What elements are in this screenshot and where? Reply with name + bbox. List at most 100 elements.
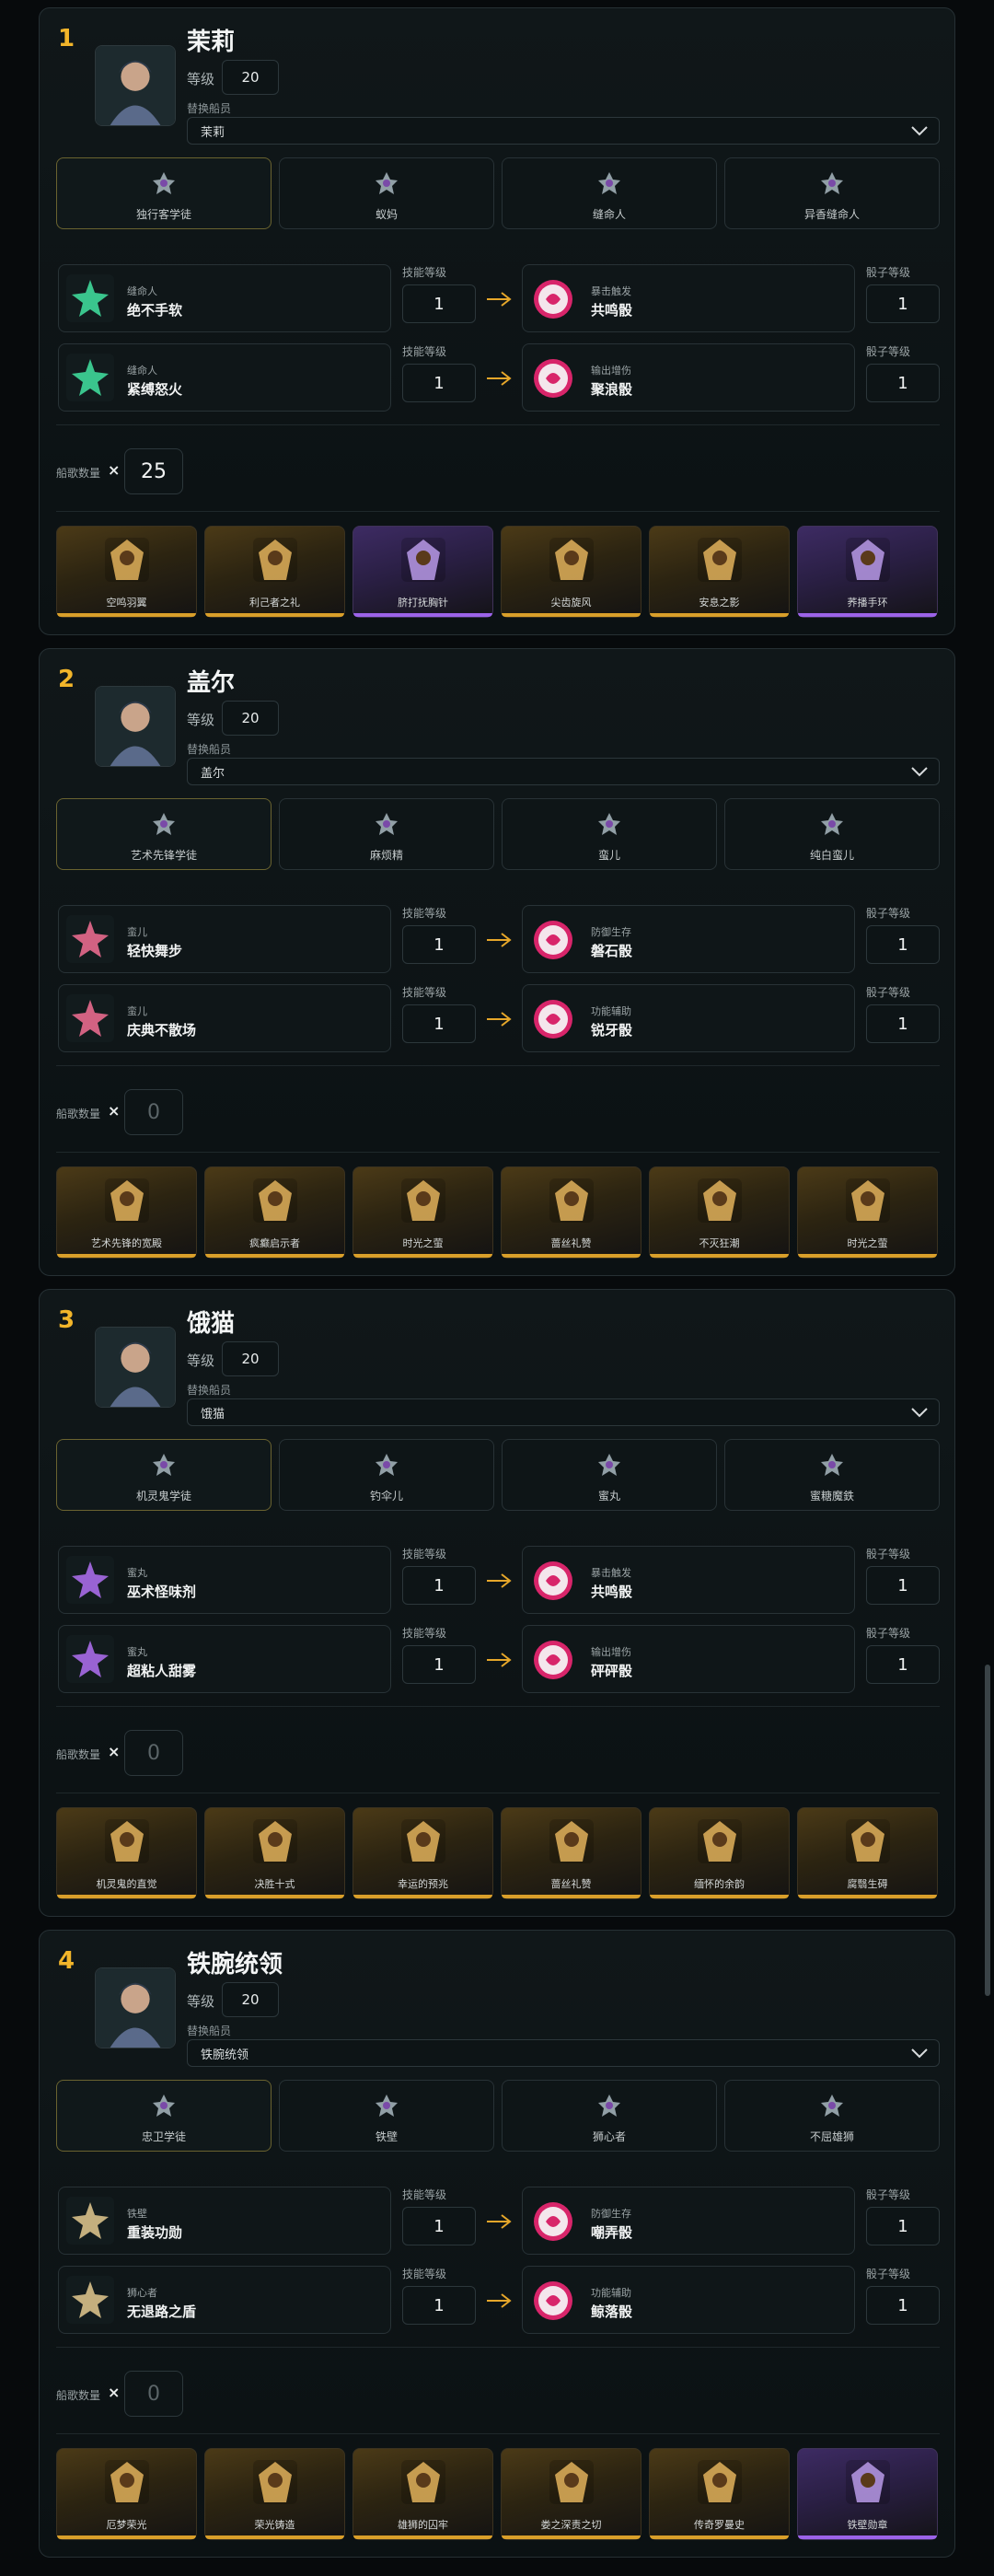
equipment-item[interactable]: 缅怀的余韵: [649, 1807, 790, 1899]
dice-level-input[interactable]: 1: [866, 284, 940, 323]
dice-card[interactable]: 暴击触发 共鸣骰: [522, 264, 855, 332]
dice-card[interactable]: 防御生存 磐石骰: [522, 905, 855, 973]
swap-crew-select[interactable]: 饿猫: [187, 1398, 940, 1426]
class-emblem-icon: [818, 169, 846, 197]
skill-level-input[interactable]: 1: [402, 1566, 476, 1605]
level-input[interactable]: 20: [222, 1982, 279, 2017]
dice-card[interactable]: 暴击触发 共鸣骰: [522, 1546, 855, 1614]
equipment-item[interactable]: 艺术先锋的宽殿: [56, 1166, 197, 1259]
level-input[interactable]: 20: [222, 1341, 279, 1376]
skill-card[interactable]: 蜜丸 超粘人甜雾: [58, 1625, 391, 1693]
class-tab-3[interactable]: 蛮儿: [502, 798, 717, 870]
tune-count-input[interactable]: 0: [124, 2371, 183, 2417]
dice-card[interactable]: 功能辅助 鲸落骰: [522, 2266, 855, 2334]
class-tab-4[interactable]: 异香缝命人: [724, 157, 940, 229]
tune-count-label: 船歌数量: [56, 1748, 101, 1761]
swap-crew-select[interactable]: 茉莉: [187, 117, 940, 145]
class-tab-4[interactable]: 蜜糖魔鉄: [724, 1439, 940, 1511]
equipment-item[interactable]: 空鸣羽翼: [56, 526, 197, 618]
class-tab-4[interactable]: 纯白蛮儿: [724, 798, 940, 870]
equipment-item[interactable]: 蔷丝礼赞: [501, 1807, 641, 1899]
equipment-item[interactable]: 幸运的预兆: [353, 1807, 493, 1899]
class-tab-label: 艺术先锋学徒: [130, 849, 197, 862]
skill-level-input[interactable]: 1: [402, 1645, 476, 1684]
class-tab-2[interactable]: 钓伞儿: [279, 1439, 494, 1511]
rarity-bar: [205, 613, 344, 617]
dice-level-input[interactable]: 1: [866, 2286, 940, 2325]
class-tab-2[interactable]: 蚁妈: [279, 157, 494, 229]
scrollbar-track[interactable]: [981, 0, 994, 2576]
equipment-item[interactable]: 不灭狂潮: [649, 1166, 790, 1259]
class-tab-3[interactable]: 缝命人: [502, 157, 717, 229]
dice-level-input[interactable]: 1: [866, 925, 940, 964]
tune-count-input[interactable]: 0: [124, 1089, 183, 1135]
class-tab-1[interactable]: 忠卫学徒: [56, 2080, 272, 2152]
equipment-item[interactable]: 时光之萤: [797, 1166, 938, 1259]
skill-level-input[interactable]: 1: [402, 925, 476, 964]
rarity-bar: [353, 2535, 492, 2539]
skill-type: 蜜丸: [127, 1567, 147, 1579]
level-input[interactable]: 20: [222, 701, 279, 736]
equipment-item[interactable]: 娄之深责之切: [501, 2448, 641, 2540]
class-tab-1[interactable]: 艺术先锋学徒: [56, 798, 272, 870]
skill-card[interactable]: 铁壁 重装功勋: [58, 2187, 391, 2255]
equipment-item[interactable]: 腐翳生碍: [797, 1807, 938, 1899]
skill-level-input[interactable]: 1: [402, 2286, 476, 2325]
equipment-item[interactable]: 利己者之礼: [204, 526, 345, 618]
class-tab-4[interactable]: 不屈雄狮: [724, 2080, 940, 2152]
skill-type: 蛮儿: [127, 1005, 147, 1017]
tune-count-input[interactable]: 0: [124, 1730, 183, 1776]
dice-card[interactable]: 输出增伤 砰砰骰: [522, 1625, 855, 1693]
swap-crew-select[interactable]: 铁腕统领: [187, 2039, 940, 2067]
crew-portrait[interactable]: [95, 1967, 176, 2048]
dice-card[interactable]: 输出增伤 聚浪骰: [522, 343, 855, 412]
crew-portrait[interactable]: [95, 1327, 176, 1408]
skill-level-input[interactable]: 1: [402, 2207, 476, 2245]
dice-level-input[interactable]: 1: [866, 2207, 940, 2245]
equipment-item[interactable]: 荣光铸造: [204, 2448, 345, 2540]
rarity-bar: [502, 1254, 641, 1258]
rarity-bar: [650, 1254, 789, 1258]
equipment-item[interactable]: 传奇罗曼史: [649, 2448, 790, 2540]
skill-card[interactable]: 蜜丸 巫术怪味剂: [58, 1546, 391, 1614]
dice-card[interactable]: 功能辅助 锐牙骰: [522, 984, 855, 1052]
skill-card[interactable]: 缝命人 紧缚怒火: [58, 343, 391, 412]
skill-level-input[interactable]: 1: [402, 1004, 476, 1043]
level-input[interactable]: 20: [222, 60, 279, 95]
equipment-item[interactable]: 荞播手环: [797, 526, 938, 618]
equipment-item[interactable]: 脐打抚胸针: [353, 526, 493, 618]
equipment-item[interactable]: 机灵鬼的直觉: [56, 1807, 197, 1899]
skill-level-input[interactable]: 1: [402, 364, 476, 402]
equipment-item[interactable]: 蔷丝礼赞: [501, 1166, 641, 1259]
class-tab-1[interactable]: 机灵鬼学徒: [56, 1439, 272, 1511]
skill-card[interactable]: 狮心者 无退路之盾: [58, 2266, 391, 2334]
equipment-item[interactable]: 疯癫启示者: [204, 1166, 345, 1259]
scrollbar-thumb[interactable]: [985, 1665, 990, 1996]
swap-crew-select[interactable]: 盖尔: [187, 758, 940, 785]
tune-count-input[interactable]: 25: [124, 448, 183, 494]
equipment-item[interactable]: 尖齿旋风: [501, 526, 641, 618]
skill-level-input[interactable]: 1: [402, 284, 476, 323]
class-tab-3[interactable]: 狮心者: [502, 2080, 717, 2152]
dice-card[interactable]: 防御生存 嘲弄骰: [522, 2187, 855, 2255]
dice-level-input[interactable]: 1: [866, 1566, 940, 1605]
equipment-item[interactable]: 时光之萤: [353, 1166, 493, 1259]
equipment-item[interactable]: 决胜十式: [204, 1807, 345, 1899]
equipment-item[interactable]: 安息之影: [649, 526, 790, 618]
skill-card[interactable]: 蛮儿 轻快舞步: [58, 905, 391, 973]
equipment-item[interactable]: 铁壁勋章: [797, 2448, 938, 2540]
class-tab-2[interactable]: 铁壁: [279, 2080, 494, 2152]
class-tab-1[interactable]: 独行客学徒: [56, 157, 272, 229]
crew-portrait[interactable]: [95, 45, 176, 126]
equipment-item[interactable]: 雄狮的囚牢: [353, 2448, 493, 2540]
dice-level-input[interactable]: 1: [866, 1645, 940, 1684]
equipment-item[interactable]: 厄梦荣光: [56, 2448, 197, 2540]
arrow-right-icon: [485, 2292, 513, 2310]
class-tab-2[interactable]: 麻烦精: [279, 798, 494, 870]
dice-level-input[interactable]: 1: [866, 364, 940, 402]
class-tab-3[interactable]: 蜜丸: [502, 1439, 717, 1511]
skill-card[interactable]: 蛮儿 庆典不散场: [58, 984, 391, 1052]
dice-level-input[interactable]: 1: [866, 1004, 940, 1043]
crew-portrait[interactable]: [95, 686, 176, 767]
skill-card[interactable]: 缝命人 绝不手软: [58, 264, 391, 332]
